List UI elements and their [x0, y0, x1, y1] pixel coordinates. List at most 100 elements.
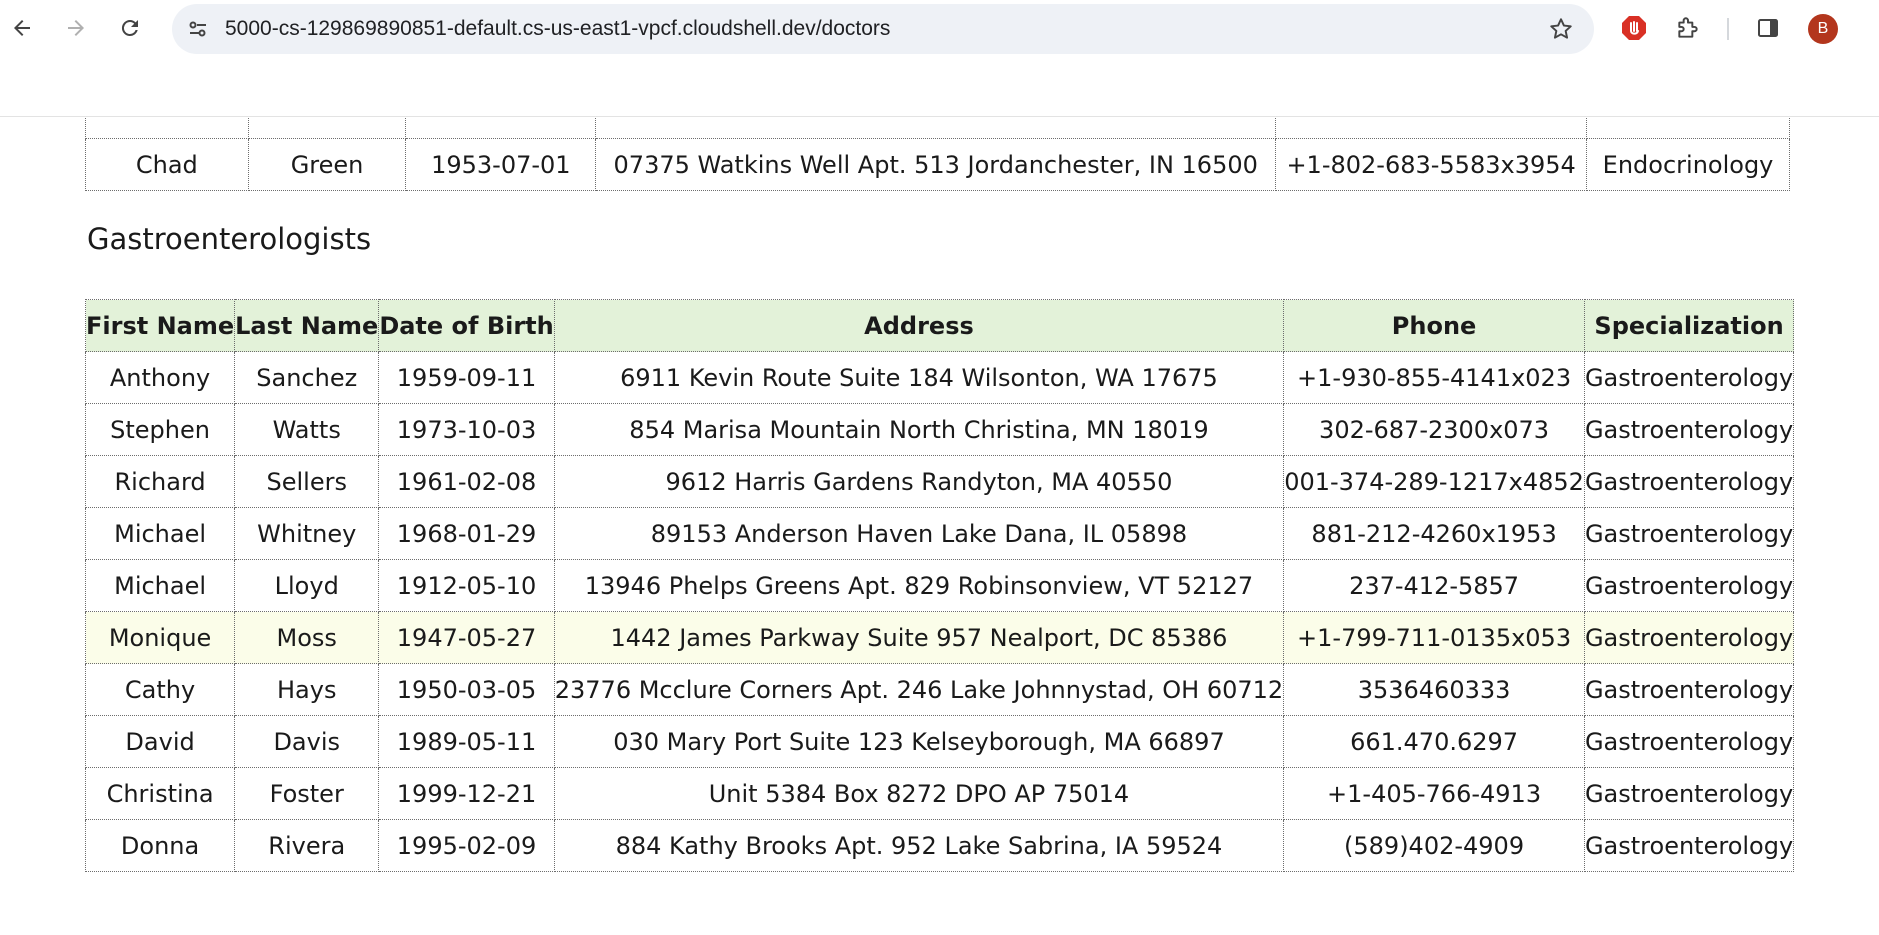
table-row: Anthony Sanchez 1959-09-11 6911 Kevin Ro…: [84, 351, 1795, 404]
cell-dob: 1912-05-10: [378, 559, 555, 612]
cell-address: 23776 Mcclure Corners Apt. 246 Lake John…: [553, 663, 1285, 716]
cell-first-name: Michael: [84, 507, 236, 560]
cell-dob: [405, 116, 597, 139]
cell-last-name: Green: [247, 138, 407, 191]
column-header-specialization: Specialization: [1583, 299, 1795, 352]
cell-last-name: Watts: [234, 403, 380, 456]
table-row: Richard Sellers 1961-02-08 9612 Harris G…: [84, 455, 1795, 508]
url-text[interactable]: 5000-cs-129869890851-default.cs-us-east1…: [225, 4, 890, 54]
cell-last-name: Davis: [234, 715, 380, 768]
cell-phone: 001-374-289-1217x4852: [1283, 455, 1585, 508]
cell-address: 854 Marisa Mountain North Christina, MN …: [553, 403, 1285, 456]
cell-phone: +1-405-766-4913: [1283, 767, 1585, 820]
column-header-phone: Phone: [1283, 299, 1585, 352]
cell-dob: 1947-05-27: [378, 611, 555, 664]
cell-first-name: Monique: [84, 611, 236, 664]
cell-last-name: [247, 116, 407, 139]
cell-address: Unit 5384 Box 8272 DPO AP 75014: [553, 767, 1285, 820]
cell-phone: 881-212-4260x1953: [1283, 507, 1585, 560]
cell-dob: 1953-07-01: [405, 138, 597, 191]
forward-icon[interactable]: [58, 10, 94, 46]
cell-specialization: Gastroenterology: [1583, 351, 1795, 404]
table-row: Stephen Watts 1973-10-03 854 Marisa Moun…: [84, 403, 1795, 456]
cell-last-name: Whitney: [234, 507, 380, 560]
cell-address: 6911 Kevin Route Suite 184 Wilsonton, WA…: [553, 351, 1285, 404]
cell-dob: 1950-03-05: [378, 663, 555, 716]
column-header-first-name: First Name: [84, 299, 236, 352]
table-header-row: First Name Last Name Date of Birth Addre…: [84, 299, 1795, 352]
cell-last-name: Sanchez: [234, 351, 380, 404]
cell-specialization: Gastroenterology: [1583, 715, 1795, 768]
cell-phone: 237-412-5857: [1283, 559, 1585, 612]
cell-last-name: Lloyd: [234, 559, 380, 612]
cell-first-name: [85, 116, 249, 139]
cell-specialization: Gastroenterology: [1583, 403, 1795, 456]
cell-address: 9612 Harris Gardens Randyton, MA 40550: [553, 455, 1285, 508]
previous-specialty-table: Chad Green 1953-07-01 07375 Watkins Well…: [85, 116, 1790, 191]
table-row: David Davis 1989-05-11 030 Mary Port Sui…: [84, 715, 1795, 768]
cell-phone: +1-930-855-4141x023: [1283, 351, 1585, 404]
cell-last-name: Rivera: [234, 819, 380, 872]
cell-first-name: Donna: [84, 819, 236, 872]
cell-dob: 1989-05-11: [378, 715, 555, 768]
extension-shield-icon[interactable]: [1619, 13, 1649, 43]
page-content: Chad Green 1953-07-01 07375 Watkins Well…: [0, 116, 1879, 935]
cell-dob: 1973-10-03: [378, 403, 555, 456]
site-info-icon[interactable]: [186, 17, 210, 41]
cell-dob: 1999-12-21: [378, 767, 555, 820]
cell-dob: 1959-09-11: [378, 351, 555, 404]
table-row: [85, 116, 1790, 139]
section-heading: Gastroenterologists: [87, 222, 372, 256]
toolbar-divider: [1727, 18, 1729, 40]
table-row: Michael Lloyd 1912-05-10 13946 Phelps Gr…: [84, 559, 1795, 612]
address-bar[interactable]: 5000-cs-129869890851-default.cs-us-east1…: [172, 4, 1594, 54]
cell-phone: +1-802-683-5583x3954: [1275, 138, 1588, 191]
cell-address: 884 Kathy Brooks Apt. 952 Lake Sabrina, …: [553, 819, 1285, 872]
cell-specialization: Gastroenterology: [1583, 663, 1795, 716]
cell-first-name: Anthony: [84, 351, 236, 404]
cell-first-name: Michael: [84, 559, 236, 612]
bookmark-star-icon[interactable]: [1548, 16, 1574, 42]
cell-specialization: Endocrinology: [1586, 138, 1790, 191]
cell-last-name: Moss: [234, 611, 380, 664]
column-header-last-name: Last Name: [234, 299, 380, 352]
cell-first-name: Stephen: [84, 403, 236, 456]
browser-toolbar: 5000-cs-129869890851-default.cs-us-east1…: [0, 0, 1879, 117]
cell-specialization: [1586, 116, 1790, 139]
table-row: Christina Foster 1999-12-21 Unit 5384 Bo…: [84, 767, 1795, 820]
cell-specialization: Gastroenterology: [1583, 507, 1795, 560]
cell-address: [595, 116, 1277, 139]
cell-dob: 1995-02-09: [378, 819, 555, 872]
cell-last-name: Sellers: [234, 455, 380, 508]
cell-last-name: Foster: [234, 767, 380, 820]
cell-specialization: Gastroenterology: [1583, 611, 1795, 664]
column-header-dob: Date of Birth: [378, 299, 555, 352]
extensions-puzzle-icon[interactable]: [1673, 13, 1703, 43]
cell-dob: 1961-02-08: [378, 455, 555, 508]
cell-first-name: Richard: [84, 455, 236, 508]
cell-first-name: Chad: [85, 138, 249, 191]
table-row: Donna Rivera 1995-02-09 884 Kathy Brooks…: [84, 819, 1795, 872]
cell-first-name: Christina: [84, 767, 236, 820]
cell-address: 13946 Phelps Greens Apt. 829 Robinsonvie…: [553, 559, 1285, 612]
table-row: Michael Whitney 1968-01-29 89153 Anderso…: [84, 507, 1795, 560]
cell-address: 1442 James Parkway Suite 957 Nealport, D…: [553, 611, 1285, 664]
cell-last-name: Hays: [234, 663, 380, 716]
table-row-hovered: Monique Moss 1947-05-27 1442 James Parkw…: [84, 611, 1795, 664]
cell-dob: 1968-01-29: [378, 507, 555, 560]
cell-first-name: Cathy: [84, 663, 236, 716]
cell-specialization: Gastroenterology: [1583, 767, 1795, 820]
cell-phone: (589)402-4909: [1283, 819, 1585, 872]
back-icon[interactable]: [4, 10, 40, 46]
cell-address: 89153 Anderson Haven Lake Dana, IL 05898: [553, 507, 1285, 560]
cell-first-name: David: [84, 715, 236, 768]
reload-icon[interactable]: [112, 10, 148, 46]
cell-specialization: Gastroenterology: [1583, 559, 1795, 612]
side-panel-icon[interactable]: [1753, 13, 1783, 43]
cell-phone: 661.470.6297: [1283, 715, 1585, 768]
profile-avatar[interactable]: B: [1808, 14, 1838, 44]
cell-specialization: Gastroenterology: [1583, 455, 1795, 508]
table-row: Cathy Hays 1950-03-05 23776 Mcclure Corn…: [84, 663, 1795, 716]
cell-address: 030 Mary Port Suite 123 Kelseyborough, M…: [553, 715, 1285, 768]
column-header-address: Address: [553, 299, 1285, 352]
